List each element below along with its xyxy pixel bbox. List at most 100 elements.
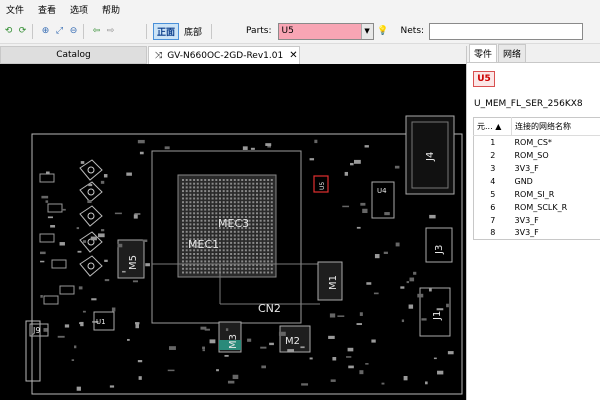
bga-ball	[196, 234, 199, 237]
bga-ball	[193, 182, 196, 185]
bga-ball	[237, 256, 240, 259]
column-header-net[interactable]: 连接的网络名称	[511, 117, 600, 136]
close-icon[interactable]: ✕	[289, 50, 297, 61]
bga-ball	[207, 197, 210, 200]
label-u5: U5	[319, 182, 326, 190]
pcb-canvas[interactable]: MEC3 MEC1 CN2 M1 M2 M3 M5 J1 J3 J4 J9 U1…	[0, 64, 466, 400]
rotate-right-icon[interactable]: ⟳	[17, 26, 28, 37]
chevron-down-icon[interactable]: ▼	[360, 23, 373, 39]
bga-ball	[263, 253, 266, 255]
back-arrow-icon[interactable]: ⇦	[91, 26, 102, 37]
menu-help[interactable]: 帮助	[102, 3, 120, 16]
bga-ball	[222, 253, 225, 255]
bga-ball	[226, 204, 229, 207]
table-row[interactable]: 3 3V3_F	[474, 162, 600, 175]
tab-catalog[interactable]: Catalog	[0, 46, 147, 64]
table-row[interactable]: 1 ROM_CS*	[474, 136, 600, 149]
bga-ball	[263, 186, 266, 189]
menu-view[interactable]: 查看	[38, 3, 56, 16]
bga-ball	[193, 212, 196, 215]
tab-parts[interactable]: 零件	[469, 44, 498, 62]
bga-ball	[204, 212, 207, 215]
column-header-pin[interactable]: 元... ▲	[473, 117, 512, 136]
bga-ball	[244, 201, 247, 204]
nets-input[interactable]	[429, 22, 584, 40]
component	[332, 357, 337, 361]
menu-options[interactable]: 选项	[70, 3, 88, 16]
table-row[interactable]: 6 ROM_SCLK_R	[474, 201, 600, 214]
bga-ball	[267, 182, 270, 185]
bga-ball	[222, 190, 225, 193]
component	[82, 240, 87, 243]
bga-ball	[267, 234, 270, 237]
right-panel-tabs: 零件 网络	[467, 44, 600, 63]
front-view-button[interactable]: 正面	[153, 22, 180, 40]
bga-ball	[241, 212, 244, 215]
component	[429, 214, 436, 219]
bga-ball	[204, 190, 207, 193]
component	[337, 315, 345, 317]
bga-ball	[241, 234, 244, 237]
lightbulb-icon[interactable]: 💡	[377, 26, 388, 37]
bga-ball	[252, 193, 255, 196]
parts-input[interactable]: U5 ▼	[277, 22, 374, 40]
bga-ball	[222, 267, 225, 270]
zoom-out-icon[interactable]: ⊖	[68, 26, 79, 37]
bga-ball	[248, 249, 251, 252]
bga-ball	[267, 216, 270, 218]
bga-ball	[252, 197, 255, 200]
bga-ball	[252, 238, 255, 241]
bga-ball	[193, 253, 196, 255]
table-row[interactable]: 8 3V3_F	[474, 227, 600, 240]
bga-ball	[215, 219, 218, 222]
zoom-fit-icon[interactable]: ⤢	[54, 26, 65, 37]
bga-ball	[267, 267, 270, 270]
bga-ball	[270, 253, 273, 255]
column-header-pin-label: 元...	[477, 122, 493, 131]
bga-ball	[241, 238, 244, 241]
bga-ball	[248, 238, 251, 241]
bga-ball	[267, 223, 270, 226]
bga-ball	[237, 204, 240, 207]
bga-ball	[200, 230, 203, 233]
inductor-center	[87, 188, 95, 196]
tab-nets[interactable]: 网络	[498, 44, 527, 62]
pin-icon[interactable]: ⤨	[155, 51, 162, 61]
bga-ball	[241, 230, 244, 233]
bottom-view-button[interactable]: 底部	[181, 24, 205, 39]
bga-ball	[211, 223, 214, 226]
rotate-left-icon[interactable]: ⟲	[3, 26, 14, 37]
table-row[interactable]: 7 3V3_F	[474, 214, 600, 227]
component	[169, 346, 176, 350]
bga-ball	[241, 186, 244, 189]
bga-ball	[237, 212, 240, 215]
component	[342, 205, 350, 208]
bga-ball	[222, 271, 225, 274]
menu-file[interactable]: 文件	[6, 3, 24, 16]
bga-ball	[182, 212, 184, 215]
bga-ball	[207, 216, 210, 218]
bga-ball	[252, 253, 255, 255]
bga-ball	[215, 227, 218, 230]
bga-ball	[219, 179, 221, 181]
bga-ball	[233, 249, 236, 252]
capacitor	[39, 173, 55, 183]
bga-ball	[244, 204, 247, 207]
bga-ball	[244, 234, 247, 237]
bga-ball	[263, 234, 266, 237]
bga-ball	[219, 193, 221, 196]
forward-arrow-icon[interactable]: ⇨	[105, 26, 116, 37]
table-row[interactable]: 2 ROM_SO	[474, 149, 600, 162]
table-row[interactable]: 4 GND	[474, 175, 600, 188]
bga-ball	[263, 245, 266, 248]
component	[90, 236, 97, 241]
zoom-in-icon[interactable]: ⊕	[40, 26, 51, 37]
bga-ball	[256, 179, 258, 181]
tab-document[interactable]: ⤨ GV-N660OC-2GD-Rev1.01 ✕	[148, 46, 300, 64]
bga-ball	[222, 182, 225, 185]
bga-ball	[215, 190, 218, 193]
bga-ball	[230, 260, 233, 263]
bga-ball	[193, 230, 196, 233]
bga-ball	[222, 201, 225, 204]
table-row[interactable]: 5 ROM_SI_R	[474, 188, 600, 201]
